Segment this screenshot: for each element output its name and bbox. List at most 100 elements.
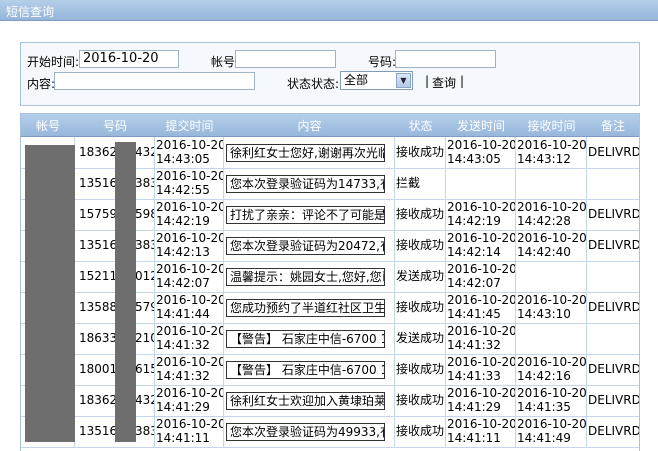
phone-number-suffix: 383 [135,238,154,252]
message-content[interactable]: 您本次登录验证码为20472,有 [226,237,385,255]
submit-time: 2016-10-20 14:41:11 [156,417,224,445]
note-text: DELIVRD [588,393,639,407]
phone-number-suffix: 432 [135,145,154,159]
separator-right: | [460,74,465,88]
message-content[interactable]: 温馨提示：姚园女士,您好,您已 [226,268,385,286]
header-content: 内容 [297,119,322,133]
table-row[interactable]: 18001 615 2016-10-20 14:41:32 【警告】 石家庄中信-… [21,354,639,386]
sent-time: 2016-10-20 14:41:32 [447,324,516,352]
content-input[interactable] [54,72,255,90]
submit-time: 2016-10-20 14:41:32 [156,324,224,352]
note-text: DELIVRD [588,424,639,438]
phone-number-prefix: 18362 [79,393,118,407]
window-title: 短信查询 [6,5,55,19]
window-title-bar: 短信查询 [0,0,658,21]
header-received-time: 接收时间 [527,119,576,133]
phone-number-prefix: 18362 [79,145,118,159]
status-text: 接收成功 [396,145,445,159]
message-content[interactable]: 您本次登录验证码为14733,有 [226,175,385,193]
submit-time: 2016-10-20 14:42:13 [156,231,224,259]
header-status: 状态 [408,119,433,133]
message-content[interactable]: 徐利红女士欢迎加入黄埭珀莱 [226,392,385,410]
phone-number-suffix: 432 [135,393,154,407]
status-select[interactable]: 全部 ▼ [340,71,413,90]
message-content[interactable]: 徐利红女士您好,谢谢再次光临 [226,144,385,162]
message-content[interactable]: 您本次登录验证码为49933,有 [226,423,385,441]
results-table: 帐号 号码 提交时间 内容 状态 发送时间 接收时间 备注 18362 432 2… [20,113,640,451]
received-time: 2016-10-20 14:42:16 [517,355,587,383]
phone-number-prefix: 13516 [79,176,118,190]
note-text: DELIVRD [588,207,639,221]
header-note: 备注 [600,119,625,133]
header-account: 帐号 [35,119,60,133]
phone-number-suffix: 615 [135,362,154,376]
status-text: 接收成功 [396,424,445,438]
submit-time: 2016-10-20 14:41:29 [156,386,224,414]
sent-time: 2016-10-20 14:42:19 [447,200,516,228]
received-time: 2016-10-20 14:43:12 [517,138,587,166]
table-row[interactable]: 18362 432 2016-10-20 14:41:29 徐利红女士欢迎加入黄埭… [21,385,639,417]
chevron-down-icon[interactable]: ▼ [396,73,411,88]
phone-number-suffix: 383 [135,176,154,190]
table-row[interactable]: 15759 598 2016-10-20 14:42:19 打扰了亲亲：评论不了可… [21,199,639,231]
phone-number-prefix: 13516 [79,238,118,252]
search-form: 开始时间: 2016-10-20 帐号: 号码: 内容: 状态状态: 全部 ▼ … [20,42,640,106]
phone-number-suffix: 579 [135,300,154,314]
received-time: 2016-10-20 14:41:49 [517,417,587,445]
message-content[interactable]: 您成功预约了半道红社区卫生 [226,299,385,317]
status-text: 接收成功 [396,362,445,376]
phone-number-prefix: 13588 [79,300,118,314]
message-content[interactable]: 打扰了亲亲：评论不了可能是 [226,206,385,224]
submit-time: 2016-10-20 14:41:32 [156,355,224,383]
phone-input[interactable] [395,50,496,68]
sent-time: 2016-10-20 14:41:11 [447,417,516,445]
table-row[interactable]: 18633 210 2016-10-20 14:41:32 【警告】 石家庄中信-… [21,323,639,355]
number-redaction [115,142,136,442]
phone-number-prefix: 13516 [79,424,118,438]
table-row[interactable]: 13516 383 2016-10-20 14:42:55 您本次登录验证码为14… [21,168,639,200]
table-row[interactable]: 15211 012 2016-10-20 14:42:07 温馨提示：姚园女士,您… [21,261,639,293]
status-text: 发送成功 [396,269,445,283]
phone-number-suffix: 012 [135,269,154,283]
header-sent-time: 发送时间 [456,119,505,133]
account-input[interactable] [235,50,336,68]
submit-time: 2016-10-20 14:42:07 [156,262,224,290]
phone-number-prefix: 18633 [79,331,118,345]
status-text: 接收成功 [396,300,445,314]
header-number: 号码 [102,119,127,133]
table-row[interactable]: 13516 383 2016-10-20 14:41:11 您本次登录验证码为49… [21,416,639,448]
phone-number-prefix: 15211 [79,269,118,283]
phone-number-suffix: 210 [135,331,154,345]
phone-number-suffix: 383 [135,424,154,438]
sent-time: 2016-10-20 14:42:07 [447,262,516,290]
note-text: DELIVRD [588,300,639,314]
message-content[interactable]: 【警告】 石家庄中信-6700 1 [226,330,385,348]
status-text: 接收成功 [396,393,445,407]
message-content[interactable]: 【警告】 石家庄中信-6700 1 [226,361,385,379]
sent-time: 2016-10-20 14:43:05 [447,138,516,166]
query-button[interactable]: 查询 [432,74,456,91]
start-time-label: 开始时间: [27,55,80,69]
status-selected-value: 全部 [344,73,369,87]
status-text: 拦截 [396,176,421,190]
phone-number-prefix: 18001 [79,362,118,376]
sent-time: 2016-10-20 14:42:14 [447,231,516,259]
table-row[interactable]: 13516 383 2016-10-20 14:42:13 您本次登录验证码为20… [21,230,639,262]
header-submit-time: 提交时间 [165,119,214,133]
phone-number-prefix: 15759 [79,207,118,221]
sent-time: 2016-10-20 14:41:33 [447,355,516,383]
received-time: 2016-10-20 14:41:35 [517,386,587,414]
submit-time: 2016-10-20 14:42:55 [156,169,224,197]
status-label: 状态状态: [287,77,340,91]
table-header: 帐号 号码 提交时间 内容 状态 发送时间 接收时间 备注 [21,114,639,137]
received-time: 2016-10-20 14:43:10 [517,293,587,321]
table-row[interactable]: 18362 432 2016-10-20 14:43:05 徐利红女士您好,谢谢再… [21,137,639,169]
phone-label: 号码: [368,55,397,69]
content-label: 内容: [27,77,56,91]
sent-time: 2016-10-20 14:41:29 [447,386,516,414]
received-time: 2016-10-20 14:42:28 [517,200,587,228]
status-text: 接收成功 [396,207,445,221]
start-time-input[interactable]: 2016-10-20 [79,50,179,68]
submit-time: 2016-10-20 14:41:44 [156,293,224,321]
table-row[interactable]: 13588 579 2016-10-20 14:41:44 您成功预约了半道红社区… [21,292,639,324]
